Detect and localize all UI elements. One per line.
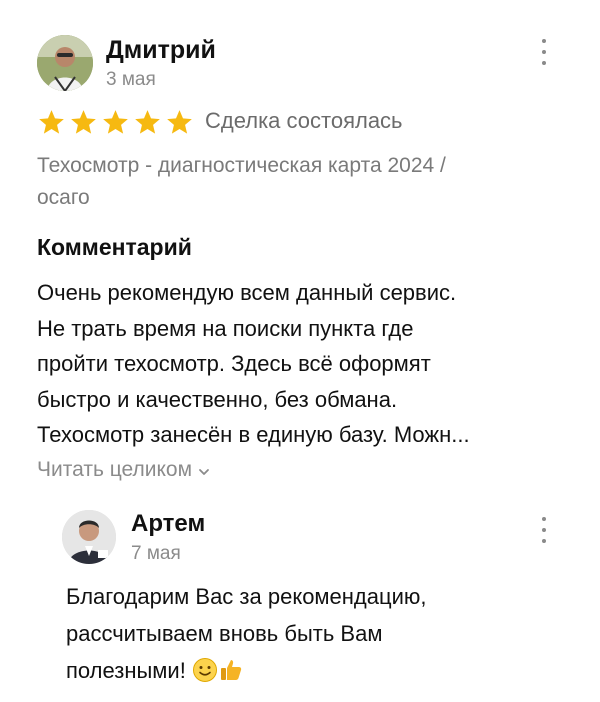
- star-icon: [71, 110, 96, 134]
- reply-line: рассчитываем вновь быть Вам: [66, 621, 383, 646]
- service-name: Техосмотр - диагностическая карта 2024 /…: [37, 150, 577, 214]
- slightly-smiling-face-icon: [192, 658, 217, 682]
- review-card: Дмитрий 3 мая Сделка состоялась Техосмот…: [0, 0, 600, 702]
- star-icon: [135, 110, 160, 134]
- chevron-down-icon: [199, 469, 209, 475]
- more-options-icon[interactable]: [532, 37, 556, 67]
- star-icon: [167, 110, 192, 134]
- reply-line: Благодарим Вас за рекомендацию,: [66, 584, 427, 609]
- service-line: Техосмотр - диагностическая карта 2024 /: [37, 154, 446, 177]
- reply-date: 7 мая: [131, 543, 181, 564]
- reply-line: полезными!: [66, 658, 186, 683]
- service-line: осаго: [37, 186, 90, 209]
- reply-line-with-emoji: полезными!: [66, 652, 586, 689]
- review-date: 3 мая: [106, 69, 156, 90]
- reply-more-options-icon[interactable]: [532, 515, 556, 545]
- comment-line: Не трать время на поиски пункта где: [37, 315, 414, 341]
- author-name: Дмитрий: [106, 36, 216, 64]
- comment-line: быстро и качественно, без обмана.: [37, 386, 398, 412]
- read-more-label: Читать целиком: [37, 458, 193, 481]
- reply-author-name: Артем: [131, 510, 206, 537]
- reply-text: Благодарим Вас за рекомендацию, рассчиты…: [66, 578, 586, 689]
- read-more-link[interactable]: Читать целиком: [37, 458, 210, 482]
- comment-line: Очень рекомендую всем данный сервис.: [37, 280, 457, 305]
- comment-title: Комментарий: [37, 234, 192, 260]
- author-avatar[interactable]: [37, 35, 93, 91]
- comment-line: пройти техосмотр. Здесь всё оформят: [37, 351, 431, 376]
- reply-author-avatar[interactable]: [62, 510, 116, 564]
- star-icon: [103, 110, 128, 134]
- deal-status: Сделка состоялась: [205, 108, 403, 133]
- thumbs-up-icon: [220, 660, 242, 680]
- star-icon: [39, 110, 64, 134]
- comment-text: Очень рекомендую всем данный сервис. Не …: [37, 275, 567, 453]
- rating-stars: [37, 108, 194, 137]
- comment-line: Техосмотр занесён в единую базу. Можн...: [37, 422, 470, 447]
